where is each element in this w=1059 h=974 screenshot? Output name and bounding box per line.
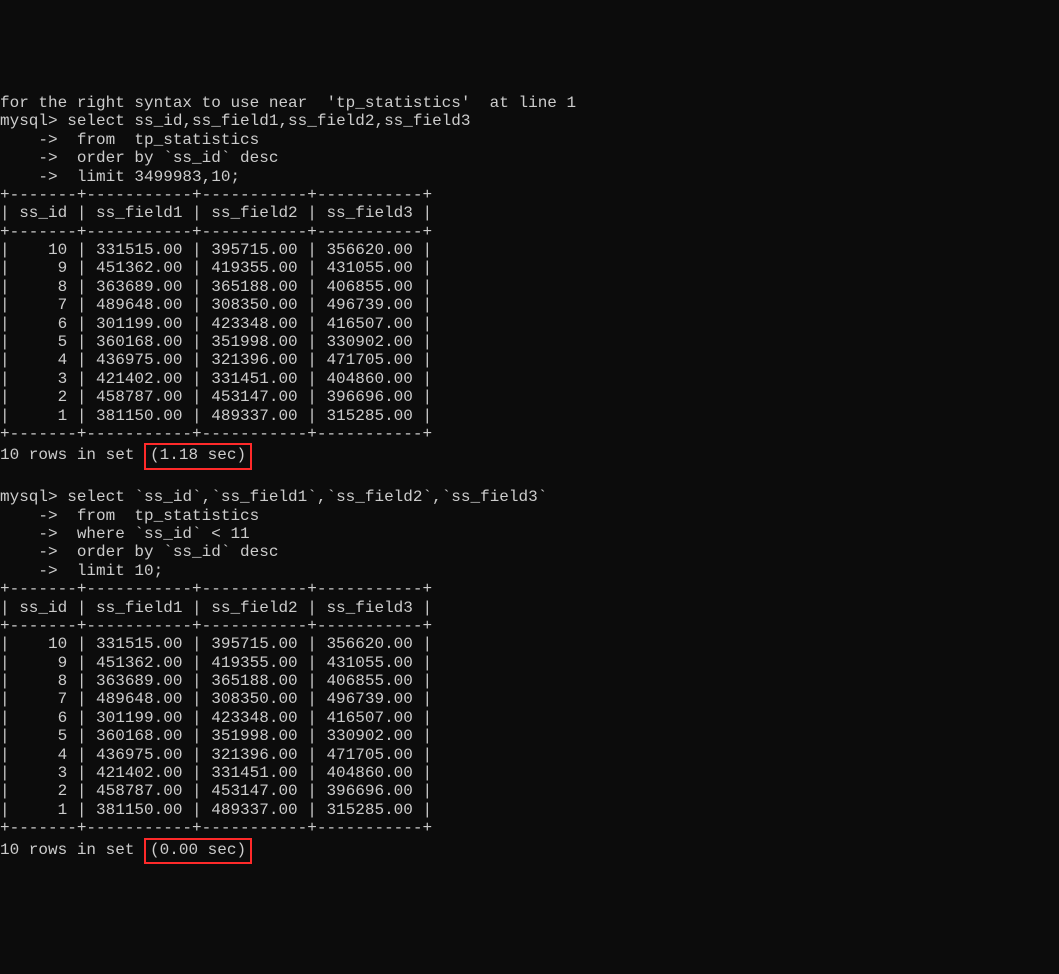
table-row: | 2 | 458787.00 | 453147.00 | 396696.00 … — [0, 782, 1059, 800]
mysql-cont-prompt: -> — [0, 543, 58, 561]
table-row: | 3 | 421402.00 | 331451.00 | 404860.00 … — [0, 370, 1059, 388]
sql-text: limit 10; — [77, 562, 163, 580]
table2-header: | ss_id | ss_field1 | ss_field2 | ss_fie… — [0, 599, 1059, 617]
query2-line-5: -> limit 10; — [0, 562, 1059, 580]
table-row: | 4 | 436975.00 | 321396.00 | 471705.00 … — [0, 746, 1059, 764]
table-row: | 1 | 381150.00 | 489337.00 | 315285.00 … — [0, 407, 1059, 425]
terminal[interactable]: for the right syntax to use near 'tp_sta… — [0, 92, 1059, 882]
table1-border-mid: +-------+-----------+-----------+-------… — [0, 223, 1059, 241]
timing-highlight-box: (1.18 sec) — [144, 443, 252, 469]
query1-line-4: -> limit 3499983,10; — [0, 168, 1059, 186]
mysql-prompt: mysql> — [0, 488, 58, 506]
mysql-cont-prompt: -> — [0, 507, 58, 525]
mysql-prompt: mysql> — [0, 112, 58, 130]
table2-border-mid: +-------+-----------+-----------+-------… — [0, 617, 1059, 635]
sql-text: limit 3499983,10; — [77, 168, 240, 186]
table-row: | 8 | 363689.00 | 365188.00 | 406855.00 … — [0, 672, 1059, 690]
table-row: | 8 | 363689.00 | 365188.00 | 406855.00 … — [0, 278, 1059, 296]
table1-border-top: +-------+-----------+-----------+-------… — [0, 186, 1059, 204]
query2-line-1: mysql> select `ss_id`,`ss_field1`,`ss_fi… — [0, 488, 1059, 506]
table-row: | 2 | 458787.00 | 453147.00 | 396696.00 … — [0, 388, 1059, 406]
table-row: | 4 | 436975.00 | 321396.00 | 471705.00 … — [0, 351, 1059, 369]
sql-text: where `ss_id` < 11 — [77, 525, 250, 543]
mysql-cont-prompt: -> — [0, 168, 58, 186]
sql-text: select ss_id,ss_field1,ss_field2,ss_fiel… — [67, 112, 470, 130]
query2-line-2: -> from tp_statistics — [0, 507, 1059, 525]
table-row: | 3 | 421402.00 | 331451.00 | 404860.00 … — [0, 764, 1059, 782]
result1-line: 10 rows in set (1.18 sec) — [0, 443, 1059, 469]
query2-line-3: -> where `ss_id` < 11 — [0, 525, 1059, 543]
rows-in-set-text: 10 rows in set — [0, 446, 144, 464]
table2-border-top: +-------+-----------+-----------+-------… — [0, 580, 1059, 598]
table1-border-bot: +-------+-----------+-----------+-------… — [0, 425, 1059, 443]
table-row: | 10 | 331515.00 | 395715.00 | 356620.00… — [0, 241, 1059, 259]
query2-line-4: -> order by `ss_id` desc — [0, 543, 1059, 561]
table-row: | 9 | 451362.00 | 419355.00 | 431055.00 … — [0, 259, 1059, 277]
mysql-cont-prompt: -> — [0, 525, 58, 543]
table-row: | 5 | 360168.00 | 351998.00 | 330902.00 … — [0, 727, 1059, 745]
sql-text: from tp_statistics — [77, 131, 259, 149]
sql-text: order by `ss_id` desc — [77, 543, 279, 561]
table-row: | 10 | 331515.00 | 395715.00 | 356620.00… — [0, 635, 1059, 653]
sql-text: select `ss_id`,`ss_field1`,`ss_field2`,`… — [67, 488, 547, 506]
result2-line: 10 rows in set (0.00 sec) — [0, 838, 1059, 864]
table-row: | 6 | 301199.00 | 423348.00 | 416507.00 … — [0, 709, 1059, 727]
sql-text: order by `ss_id` desc — [77, 149, 279, 167]
mysql-cont-prompt: -> — [0, 562, 58, 580]
query1-line-3: -> order by `ss_id` desc — [0, 149, 1059, 167]
table-row: | 7 | 489648.00 | 308350.00 | 496739.00 … — [0, 690, 1059, 708]
table-row: | 5 | 360168.00 | 351998.00 | 330902.00 … — [0, 333, 1059, 351]
table-row: | 7 | 489648.00 | 308350.00 | 496739.00 … — [0, 296, 1059, 314]
mysql-cont-prompt: -> — [0, 131, 58, 149]
mysql-cont-prompt: -> — [0, 149, 58, 167]
timing-highlight-box: (0.00 sec) — [144, 838, 252, 864]
rows-in-set-text: 10 rows in set — [0, 841, 144, 859]
table-row: | 1 | 381150.00 | 489337.00 | 315285.00 … — [0, 801, 1059, 819]
query1-line-1: mysql> select ss_id,ss_field1,ss_field2,… — [0, 112, 1059, 130]
table-row: | 6 | 301199.00 | 423348.00 | 416507.00 … — [0, 315, 1059, 333]
table-row: | 9 | 451362.00 | 419355.00 | 431055.00 … — [0, 654, 1059, 672]
query1-line-2: -> from tp_statistics — [0, 131, 1059, 149]
error-line: for the right syntax to use near 'tp_sta… — [0, 94, 1059, 112]
table2-border-bot: +-------+-----------+-----------+-------… — [0, 819, 1059, 837]
sql-text: from tp_statistics — [77, 507, 259, 525]
table1-header: | ss_id | ss_field1 | ss_field2 | ss_fie… — [0, 204, 1059, 222]
